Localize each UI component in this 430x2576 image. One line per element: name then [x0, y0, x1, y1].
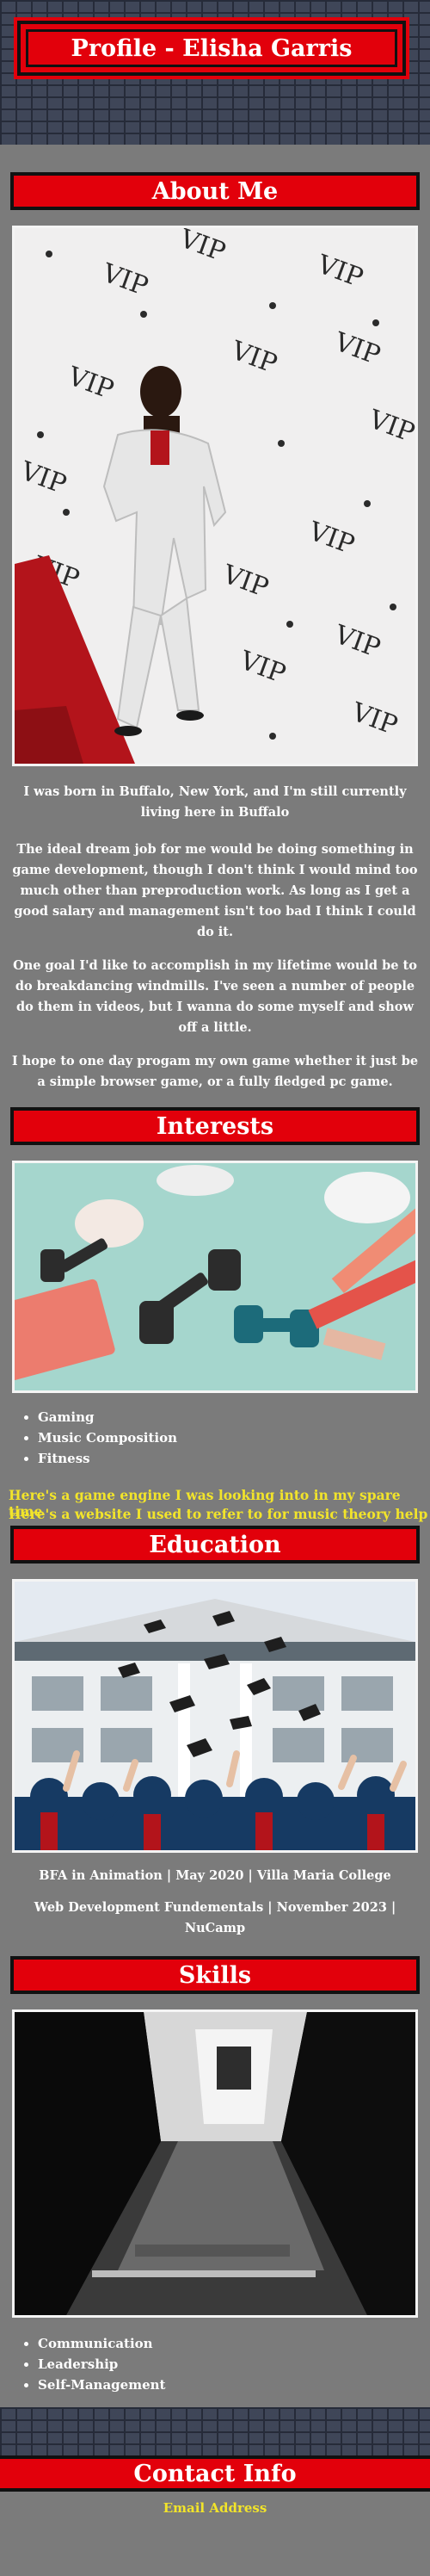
education-photo	[12, 1579, 418, 1853]
education-entry-2: Web Development Fundementals | November …	[34, 1900, 396, 1935]
list-item: Leadership	[38, 2354, 165, 2375]
list-item: Communication	[38, 2333, 165, 2354]
about-heading: About Me	[10, 172, 420, 210]
interests-heading: Interests	[10, 1107, 420, 1145]
list-item: Gaming	[38, 1407, 177, 1427]
about-photo: VIP VIP VIP VIP VIP VIP VIP VIP VIP VIP …	[12, 226, 418, 766]
email-link[interactable]: Email Address	[0, 2500, 430, 2516]
list-item: Fitness	[38, 1448, 177, 1469]
contact-heading: Contact Info	[0, 2455, 430, 2492]
fitness-equipment-image	[15, 1163, 415, 1390]
list-item: Music Composition	[38, 1427, 177, 1448]
education-heading: Education	[10, 1526, 420, 1564]
about-paragraph-4: I hope to one day progam my own game whe…	[11, 1054, 419, 1089]
interests-list: Gaming Music Composition Fitness	[15, 1407, 177, 1469]
vip-backdrop-image: VIP VIP VIP VIP VIP VIP VIP VIP VIP VIP …	[15, 228, 415, 764]
music-theory-link[interactable]: Here's a website I used to refer to for …	[9, 1506, 427, 1522]
skills-list: Communication Leadership Self-Management	[15, 2333, 165, 2395]
skills-photo	[12, 2009, 418, 2318]
list-item: Self-Management	[38, 2375, 165, 2395]
dark-room-image	[15, 2012, 415, 2315]
graduation-caps-image	[15, 1582, 415, 1850]
about-paragraph-1: I was born in Buffalo, New York, and I'm…	[23, 784, 407, 820]
about-paragraph-2: The ideal dream job for me would be doin…	[12, 842, 418, 939]
about-paragraph-3: One goal I'd like to accomplish in my li…	[13, 958, 417, 1035]
interests-photo	[12, 1161, 418, 1393]
header-title-box: Profile - Elisha Garris	[14, 17, 409, 79]
education-entry-1: BFA in Animation | May 2020 | Villa Mari…	[39, 1868, 391, 1883]
skills-heading: Skills	[10, 1956, 420, 1994]
header-bar: Profile - Elisha Garris	[0, 0, 430, 145]
page-title: Profile - Elisha Garris	[71, 34, 353, 62]
